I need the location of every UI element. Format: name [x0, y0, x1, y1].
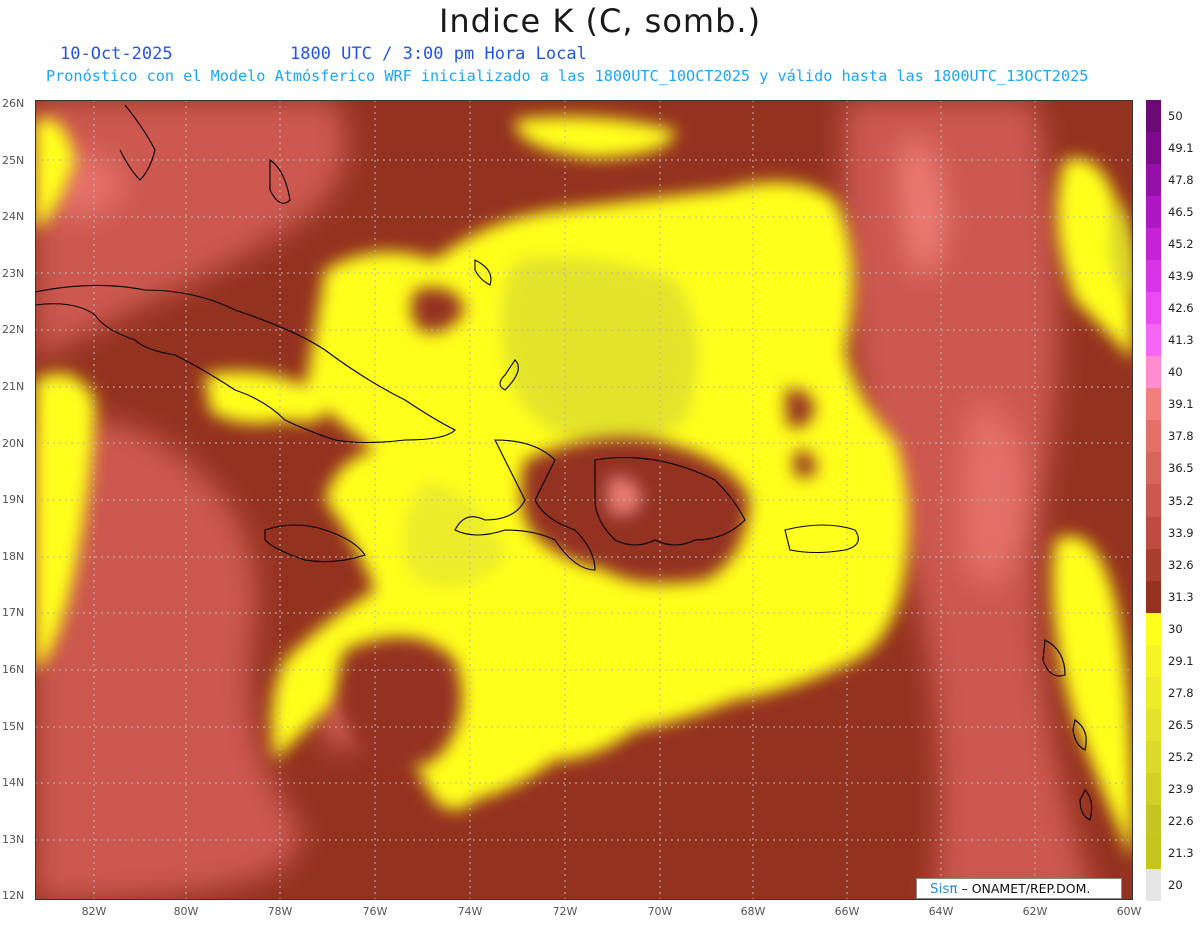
colorbar-swatch	[1146, 356, 1161, 389]
colorbar-label: 37.8	[1168, 429, 1194, 444]
lat-tick-label: 25N	[2, 153, 25, 167]
lat-tick-label: 21N	[2, 380, 25, 393]
colorbar-label: 46.5	[1168, 205, 1194, 220]
sispi-logo: Sisπ	[930, 881, 958, 897]
lon-tick-label: 68W	[740, 905, 766, 918]
colorbar-swatch	[1146, 388, 1161, 421]
colorbar-swatch	[1146, 772, 1161, 806]
colorbar-label: 45.2	[1168, 237, 1194, 252]
colorbar-swatch	[1146, 644, 1161, 678]
colorbar-swatch	[1146, 164, 1161, 197]
credit-text: – ONAMET/REP.DOM.	[961, 881, 1091, 896]
lon-tick-label: 74W	[457, 905, 483, 918]
colorbar-label: 30	[1168, 621, 1183, 636]
lon-tick-label: 82W	[81, 905, 107, 918]
colorbar-swatch	[1146, 196, 1161, 229]
colorbar-swatch	[1146, 132, 1161, 165]
colorbar-label: 29.1	[1168, 653, 1194, 668]
colorbar-swatch	[1146, 324, 1161, 357]
colorbar-label: 41.3	[1168, 333, 1194, 348]
lat-tick-label: 20N	[2, 436, 25, 450]
k-index-map	[35, 100, 1133, 900]
colorbar-label: 43.9	[1168, 269, 1194, 284]
colorbar-swatch	[1146, 100, 1161, 133]
colorbar-label: 47.8	[1168, 173, 1194, 188]
colorbar-swatch	[1146, 740, 1161, 774]
lat-tick-label: 12N	[2, 889, 25, 903]
lat-tick-label: 16N	[2, 663, 25, 676]
colorbar-label: 21.3	[1168, 845, 1194, 860]
lat-tick-label: 14N	[2, 776, 25, 790]
lat-tick-label: 26N	[2, 97, 25, 110]
colorbar-label: 20	[1168, 877, 1183, 892]
lat-tick-label: 24N	[2, 210, 25, 224]
colorbar-label: 22.6	[1168, 813, 1194, 828]
colorbar-swatch	[1146, 804, 1161, 838]
colorbar-label: 39.1	[1168, 397, 1194, 412]
lon-tick-label: 76W	[362, 905, 388, 918]
colorbar-swatch	[1146, 548, 1161, 582]
lon-tick-label: 78W	[267, 905, 293, 918]
lon-tick-label: 66W	[834, 905, 860, 918]
colorbar-label: 23.9	[1168, 781, 1194, 796]
lat-tick-label: 22N	[2, 323, 25, 337]
colorbar-swatch	[1146, 484, 1161, 517]
colorbar-swatch	[1146, 708, 1161, 742]
colorbar-swatch	[1146, 516, 1161, 550]
map-title: Indice K (C, somb.)	[438, 2, 762, 40]
colorbar-swatch	[1146, 228, 1161, 261]
lat-tick-label: 19N	[2, 493, 25, 507]
lat-tick-label: 17N	[2, 606, 25, 620]
lat-tick-label: 15N	[2, 719, 25, 733]
colorbar-label: 40	[1168, 365, 1183, 380]
lat-tick-label: 18N	[2, 549, 25, 563]
colorbar-label: 26.5	[1168, 717, 1194, 732]
lon-tick-label: 70W	[647, 905, 673, 918]
lat-tick-label: 13N	[2, 832, 25, 846]
lon-tick-label: 60W	[1116, 905, 1142, 918]
colorbar	[1146, 100, 1161, 902]
colorbar-label: 25.2	[1168, 749, 1194, 764]
colorbar-label: 33.9	[1168, 525, 1194, 540]
lat-tick-label: 23N	[2, 266, 25, 280]
colorbar-label: 32.6	[1168, 557, 1194, 572]
forecast-date: 10-Oct-2025	[60, 44, 173, 64]
colorbar-label: 50	[1168, 109, 1183, 124]
colorbar-label: 31.3	[1168, 589, 1194, 604]
colorbar-swatch	[1146, 836, 1161, 870]
colorbar-swatch	[1146, 260, 1161, 293]
colorbar-swatch	[1146, 612, 1161, 646]
lon-tick-label: 62W	[1022, 905, 1048, 918]
lon-tick-label: 72W	[552, 905, 578, 918]
colorbar-swatch	[1146, 420, 1161, 453]
colorbar-swatch	[1146, 676, 1161, 710]
lon-tick-label: 64W	[928, 905, 954, 918]
lon-tick-label: 80W	[173, 905, 199, 918]
colorbar-label: 35.2	[1168, 493, 1194, 508]
colorbar-swatch	[1146, 868, 1161, 902]
colorbar-swatch	[1146, 292, 1161, 325]
colorbar-label: 27.8	[1168, 685, 1194, 700]
colorbar-swatch	[1146, 452, 1161, 485]
model-subtitle: Pronóstico con el Modelo Atmósferico WRF…	[46, 67, 1089, 85]
colorbar-label: 49.1	[1168, 141, 1194, 156]
colorbar-label: 36.5	[1168, 461, 1194, 476]
colorbar-label: 42.6	[1168, 301, 1194, 316]
colorbar-swatch	[1146, 580, 1161, 614]
forecast-time: 1800 UTC / 3:00 pm Hora Local	[290, 44, 587, 64]
credit-box: Sisπ – ONAMET/REP.DOM.	[916, 878, 1122, 899]
